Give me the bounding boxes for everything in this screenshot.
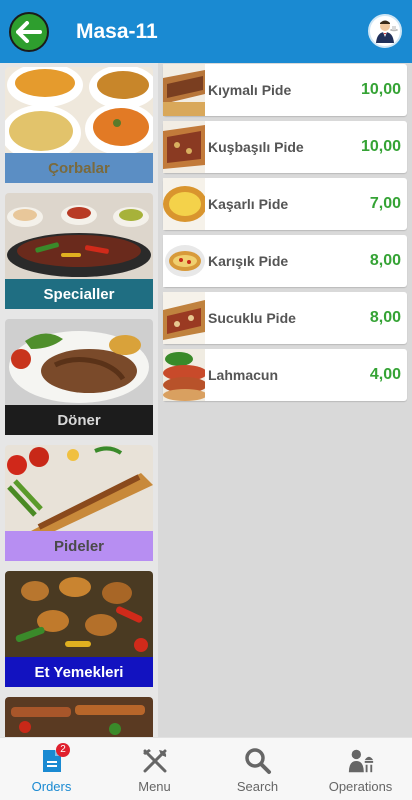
back-button[interactable]: [9, 12, 49, 52]
category-image: [5, 193, 153, 279]
product-image: [163, 349, 205, 401]
category-list: Çorbalar Specialler Döner Pideler Et Yem…: [0, 63, 158, 737]
product-item[interactable]: Lahmacun 4,00: [163, 349, 407, 401]
category-label: Çorbalar: [5, 153, 153, 183]
category-label: Döner: [5, 405, 153, 435]
search-icon: [244, 747, 272, 775]
category-pideler[interactable]: Pideler: [5, 445, 153, 563]
category-label: Pideler: [5, 531, 153, 561]
category-image: [5, 445, 153, 531]
nav-label: Operations: [328, 779, 393, 794]
nav-orders[interactable]: 2 Orders: [0, 738, 103, 800]
product-name: Karışık Pide: [208, 253, 289, 269]
nav-search[interactable]: Search: [206, 738, 309, 800]
product-price: 8,00: [369, 252, 401, 269]
category-image: [5, 319, 153, 405]
product-name: Kaşarlı Pide: [208, 196, 289, 212]
product-item[interactable]: Kıymalı Pide 10,00: [163, 64, 407, 116]
product-name: Kuşbaşılı Pide: [208, 139, 304, 155]
category-doner[interactable]: Döner: [5, 319, 153, 437]
product-image: [163, 292, 205, 344]
category-specialler[interactable]: Specialler: [5, 193, 153, 311]
product-name: Sucuklu Pide: [208, 310, 296, 326]
product-image: [163, 178, 205, 230]
category-partial[interactable]: [5, 697, 153, 737]
orders-badge: 2: [56, 743, 70, 757]
product-list: Kıymalı Pide 10,00 Kuşbaşılı Pide 10,00 …: [158, 63, 412, 737]
product-price: 10,00: [360, 138, 401, 155]
category-label: Specialler: [5, 279, 153, 309]
product-name: Kıymalı Pide: [208, 82, 292, 98]
product-image: [163, 64, 205, 116]
product-price: 7,00: [369, 195, 401, 212]
operations-icon: [347, 747, 375, 775]
nav-operations[interactable]: Operations: [309, 738, 412, 800]
nav-label: Search: [236, 779, 279, 794]
waiter-icon: [376, 20, 398, 43]
category-image: [5, 697, 153, 737]
product-item[interactable]: Sucuklu Pide 8,00: [163, 292, 407, 344]
product-item[interactable]: Kuşbaşılı Pide 10,00: [163, 121, 407, 173]
profile-button[interactable]: [368, 14, 402, 48]
product-price: 10,00: [360, 81, 401, 98]
page-title: Masa-11: [76, 20, 158, 43]
category-image: [5, 571, 153, 657]
product-price: 8,00: [369, 309, 401, 326]
nav-label: Orders: [31, 779, 72, 794]
product-image: [163, 235, 205, 287]
arrow-left-icon: [16, 21, 42, 43]
product-name: Lahmacun: [208, 367, 279, 383]
category-label: Et Yemekleri: [5, 657, 153, 687]
product-item[interactable]: Karışık Pide 8,00: [163, 235, 407, 287]
category-image: [5, 67, 153, 153]
category-corbalar[interactable]: Çorbalar: [5, 67, 153, 185]
product-price: 4,00: [369, 366, 401, 383]
category-et-yemekleri[interactable]: Et Yemekleri: [5, 571, 153, 689]
fork-knife-icon: [141, 747, 169, 775]
nav-menu[interactable]: Menu: [103, 738, 206, 800]
product-item[interactable]: Kaşarlı Pide 7,00: [163, 178, 407, 230]
app-header: Masa-11: [0, 0, 412, 63]
bottom-navigation: 2 Orders Menu Search Operations: [0, 737, 412, 800]
nav-label: Menu: [138, 779, 171, 794]
product-image: [163, 121, 205, 173]
